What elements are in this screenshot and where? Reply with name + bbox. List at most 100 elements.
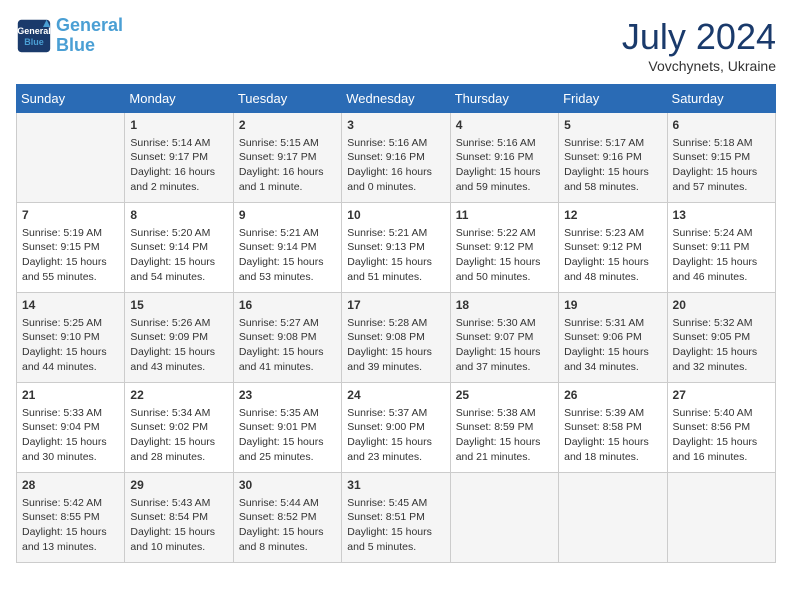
- day-info-text: Daylight: 16 hours: [347, 165, 444, 180]
- day-info-text: Sunrise: 5:16 AM: [347, 136, 444, 151]
- day-info-text: Sunrise: 5:21 AM: [239, 226, 336, 241]
- title-block: July 2024 Vovchynets, Ukraine: [622, 16, 776, 74]
- day-info-text: Sunrise: 5:14 AM: [130, 136, 227, 151]
- day-info-text: Daylight: 15 hours: [564, 435, 661, 450]
- day-info-text: Sunset: 9:09 PM: [130, 330, 227, 345]
- day-info-text: Sunset: 8:54 PM: [130, 510, 227, 525]
- logo-text: General Blue: [56, 16, 123, 56]
- month-title: July 2024: [622, 16, 776, 58]
- day-info-text: and 0 minutes.: [347, 180, 444, 195]
- day-number: 17: [347, 297, 444, 314]
- calendar-cell: 30Sunrise: 5:44 AMSunset: 8:52 PMDayligh…: [233, 473, 341, 563]
- page-header: General Blue General Blue July 2024 Vovc…: [16, 16, 776, 74]
- day-info-text: Sunset: 9:12 PM: [456, 240, 553, 255]
- day-info-text: Sunset: 9:11 PM: [673, 240, 770, 255]
- day-info-text: Sunset: 9:01 PM: [239, 420, 336, 435]
- day-info-text: Sunset: 9:17 PM: [239, 150, 336, 165]
- weekday-header-monday: Monday: [125, 85, 233, 113]
- calendar-cell: 15Sunrise: 5:26 AMSunset: 9:09 PMDayligh…: [125, 293, 233, 383]
- day-number: 26: [564, 387, 661, 404]
- day-info-text: and 34 minutes.: [564, 360, 661, 375]
- day-info-text: and 13 minutes.: [22, 540, 119, 555]
- day-number: 2: [239, 117, 336, 134]
- logo: General Blue General Blue: [16, 16, 123, 56]
- day-info-text: Sunset: 9:17 PM: [130, 150, 227, 165]
- day-info-text: Sunset: 9:12 PM: [564, 240, 661, 255]
- calendar-cell: 29Sunrise: 5:43 AMSunset: 8:54 PMDayligh…: [125, 473, 233, 563]
- calendar-cell: 14Sunrise: 5:25 AMSunset: 9:10 PMDayligh…: [17, 293, 125, 383]
- day-info-text: Daylight: 15 hours: [22, 255, 119, 270]
- day-info-text: and 44 minutes.: [22, 360, 119, 375]
- calendar-cell: 13Sunrise: 5:24 AMSunset: 9:11 PMDayligh…: [667, 203, 775, 293]
- calendar-cell: 2Sunrise: 5:15 AMSunset: 9:17 PMDaylight…: [233, 113, 341, 203]
- day-info-text: Daylight: 15 hours: [673, 255, 770, 270]
- day-info-text: and 21 minutes.: [456, 450, 553, 465]
- day-info-text: Daylight: 15 hours: [673, 345, 770, 360]
- day-info-text: and 1 minute.: [239, 180, 336, 195]
- day-info-text: and 46 minutes.: [673, 270, 770, 285]
- calendar-cell: 12Sunrise: 5:23 AMSunset: 9:12 PMDayligh…: [559, 203, 667, 293]
- calendar-cell: 11Sunrise: 5:22 AMSunset: 9:12 PMDayligh…: [450, 203, 558, 293]
- day-number: 5: [564, 117, 661, 134]
- day-info-text: Sunset: 8:56 PM: [673, 420, 770, 435]
- day-info-text: Daylight: 15 hours: [456, 165, 553, 180]
- calendar-cell: 24Sunrise: 5:37 AMSunset: 9:00 PMDayligh…: [342, 383, 450, 473]
- day-number: 29: [130, 477, 227, 494]
- day-number: 9: [239, 207, 336, 224]
- day-info-text: Sunset: 9:16 PM: [456, 150, 553, 165]
- calendar-week-row: 28Sunrise: 5:42 AMSunset: 8:55 PMDayligh…: [17, 473, 776, 563]
- day-info-text: Sunrise: 5:17 AM: [564, 136, 661, 151]
- day-number: 27: [673, 387, 770, 404]
- day-number: 18: [456, 297, 553, 314]
- calendar-cell: 21Sunrise: 5:33 AMSunset: 9:04 PMDayligh…: [17, 383, 125, 473]
- day-info-text: and 10 minutes.: [130, 540, 227, 555]
- day-info-text: Sunrise: 5:30 AM: [456, 316, 553, 331]
- day-info-text: and 50 minutes.: [456, 270, 553, 285]
- day-info-text: Daylight: 16 hours: [130, 165, 227, 180]
- day-info-text: Daylight: 15 hours: [456, 345, 553, 360]
- day-info-text: and 32 minutes.: [673, 360, 770, 375]
- day-info-text: and 18 minutes.: [564, 450, 661, 465]
- day-info-text: Sunset: 8:52 PM: [239, 510, 336, 525]
- day-info-text: Sunrise: 5:21 AM: [347, 226, 444, 241]
- day-info-text: Sunset: 8:55 PM: [22, 510, 119, 525]
- calendar-week-row: 7Sunrise: 5:19 AMSunset: 9:15 PMDaylight…: [17, 203, 776, 293]
- day-info-text: Sunrise: 5:34 AM: [130, 406, 227, 421]
- day-number: 19: [564, 297, 661, 314]
- day-info-text: Sunset: 9:07 PM: [456, 330, 553, 345]
- day-info-text: Sunrise: 5:25 AM: [22, 316, 119, 331]
- day-info-text: and 5 minutes.: [347, 540, 444, 555]
- day-info-text: Daylight: 15 hours: [239, 525, 336, 540]
- day-info-text: Sunset: 8:59 PM: [456, 420, 553, 435]
- calendar-week-row: 21Sunrise: 5:33 AMSunset: 9:04 PMDayligh…: [17, 383, 776, 473]
- weekday-header-thursday: Thursday: [450, 85, 558, 113]
- calendar-cell: 17Sunrise: 5:28 AMSunset: 9:08 PMDayligh…: [342, 293, 450, 383]
- calendar-cell: 6Sunrise: 5:18 AMSunset: 9:15 PMDaylight…: [667, 113, 775, 203]
- weekday-header-friday: Friday: [559, 85, 667, 113]
- day-info-text: Daylight: 15 hours: [347, 525, 444, 540]
- day-info-text: Sunset: 9:10 PM: [22, 330, 119, 345]
- day-number: 16: [239, 297, 336, 314]
- calendar-cell: 18 Sunrise: 5:30 AMSunset: 9:07 PMDayligh…: [450, 293, 558, 383]
- day-info-text: Sunrise: 5:19 AM: [22, 226, 119, 241]
- calendar-cell: [450, 473, 558, 563]
- calendar-cell: 25Sunrise: 5:38 AMSunset: 8:59 PMDayligh…: [450, 383, 558, 473]
- svg-text:General: General: [17, 26, 51, 36]
- day-info-text: Daylight: 15 hours: [239, 435, 336, 450]
- day-number: 12: [564, 207, 661, 224]
- day-info-text: and 23 minutes.: [347, 450, 444, 465]
- svg-text:Blue: Blue: [24, 37, 44, 47]
- day-info-text: Sunset: 9:06 PM: [564, 330, 661, 345]
- day-info-text: Sunset: 9:13 PM: [347, 240, 444, 255]
- calendar-cell: [17, 113, 125, 203]
- day-info-text: Daylight: 15 hours: [564, 255, 661, 270]
- weekday-header-tuesday: Tuesday: [233, 85, 341, 113]
- calendar-cell: 10Sunrise: 5:21 AMSunset: 9:13 PMDayligh…: [342, 203, 450, 293]
- day-number: 14: [22, 297, 119, 314]
- day-info-text: Daylight: 15 hours: [456, 435, 553, 450]
- day-info-text: Sunset: 9:15 PM: [22, 240, 119, 255]
- day-info-text: and 57 minutes.: [673, 180, 770, 195]
- day-info-text: Daylight: 15 hours: [22, 525, 119, 540]
- day-number: 28: [22, 477, 119, 494]
- day-info-text: Daylight: 15 hours: [239, 255, 336, 270]
